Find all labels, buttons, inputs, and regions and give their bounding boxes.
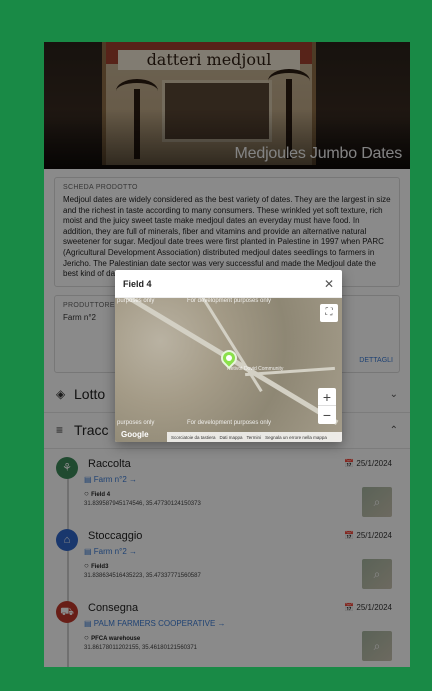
google-logo: Google xyxy=(121,430,149,439)
watermark: For development purposes only xyxy=(187,420,272,426)
modal-title: Field 4 xyxy=(123,278,152,289)
zoom-out-button[interactable]: − xyxy=(318,406,336,424)
keyboard-shortcuts-link[interactable]: Scorciatoie da tastiera xyxy=(171,435,216,440)
zoom-control: + − xyxy=(318,388,336,424)
map-data-link[interactable]: Dati mappa xyxy=(220,435,243,440)
map-footer: Scorciatoie da tastiera Dati mappa Termi… xyxy=(167,432,342,442)
watermark: purposes only xyxy=(117,298,155,304)
watermark: For development purposes only xyxy=(187,298,272,304)
place-label: Netivot Dovid Community xyxy=(227,366,284,372)
modal-header: Field 4 ✕ xyxy=(115,270,342,298)
watermark: purposes only xyxy=(117,420,155,426)
report-error-link[interactable]: Segnala un errore nella mappa xyxy=(265,435,327,440)
close-icon[interactable]: ✕ xyxy=(324,277,334,291)
map-modal: Field 4 ✕ purposes only For development … xyxy=(115,270,342,442)
terms-link[interactable]: Termini xyxy=(247,435,262,440)
satellite-map[interactable]: purposes only For development purposes o… xyxy=(115,298,342,442)
zoom-in-button[interactable]: + xyxy=(318,388,336,406)
fullscreen-icon[interactable]: ⛶ xyxy=(320,304,338,322)
